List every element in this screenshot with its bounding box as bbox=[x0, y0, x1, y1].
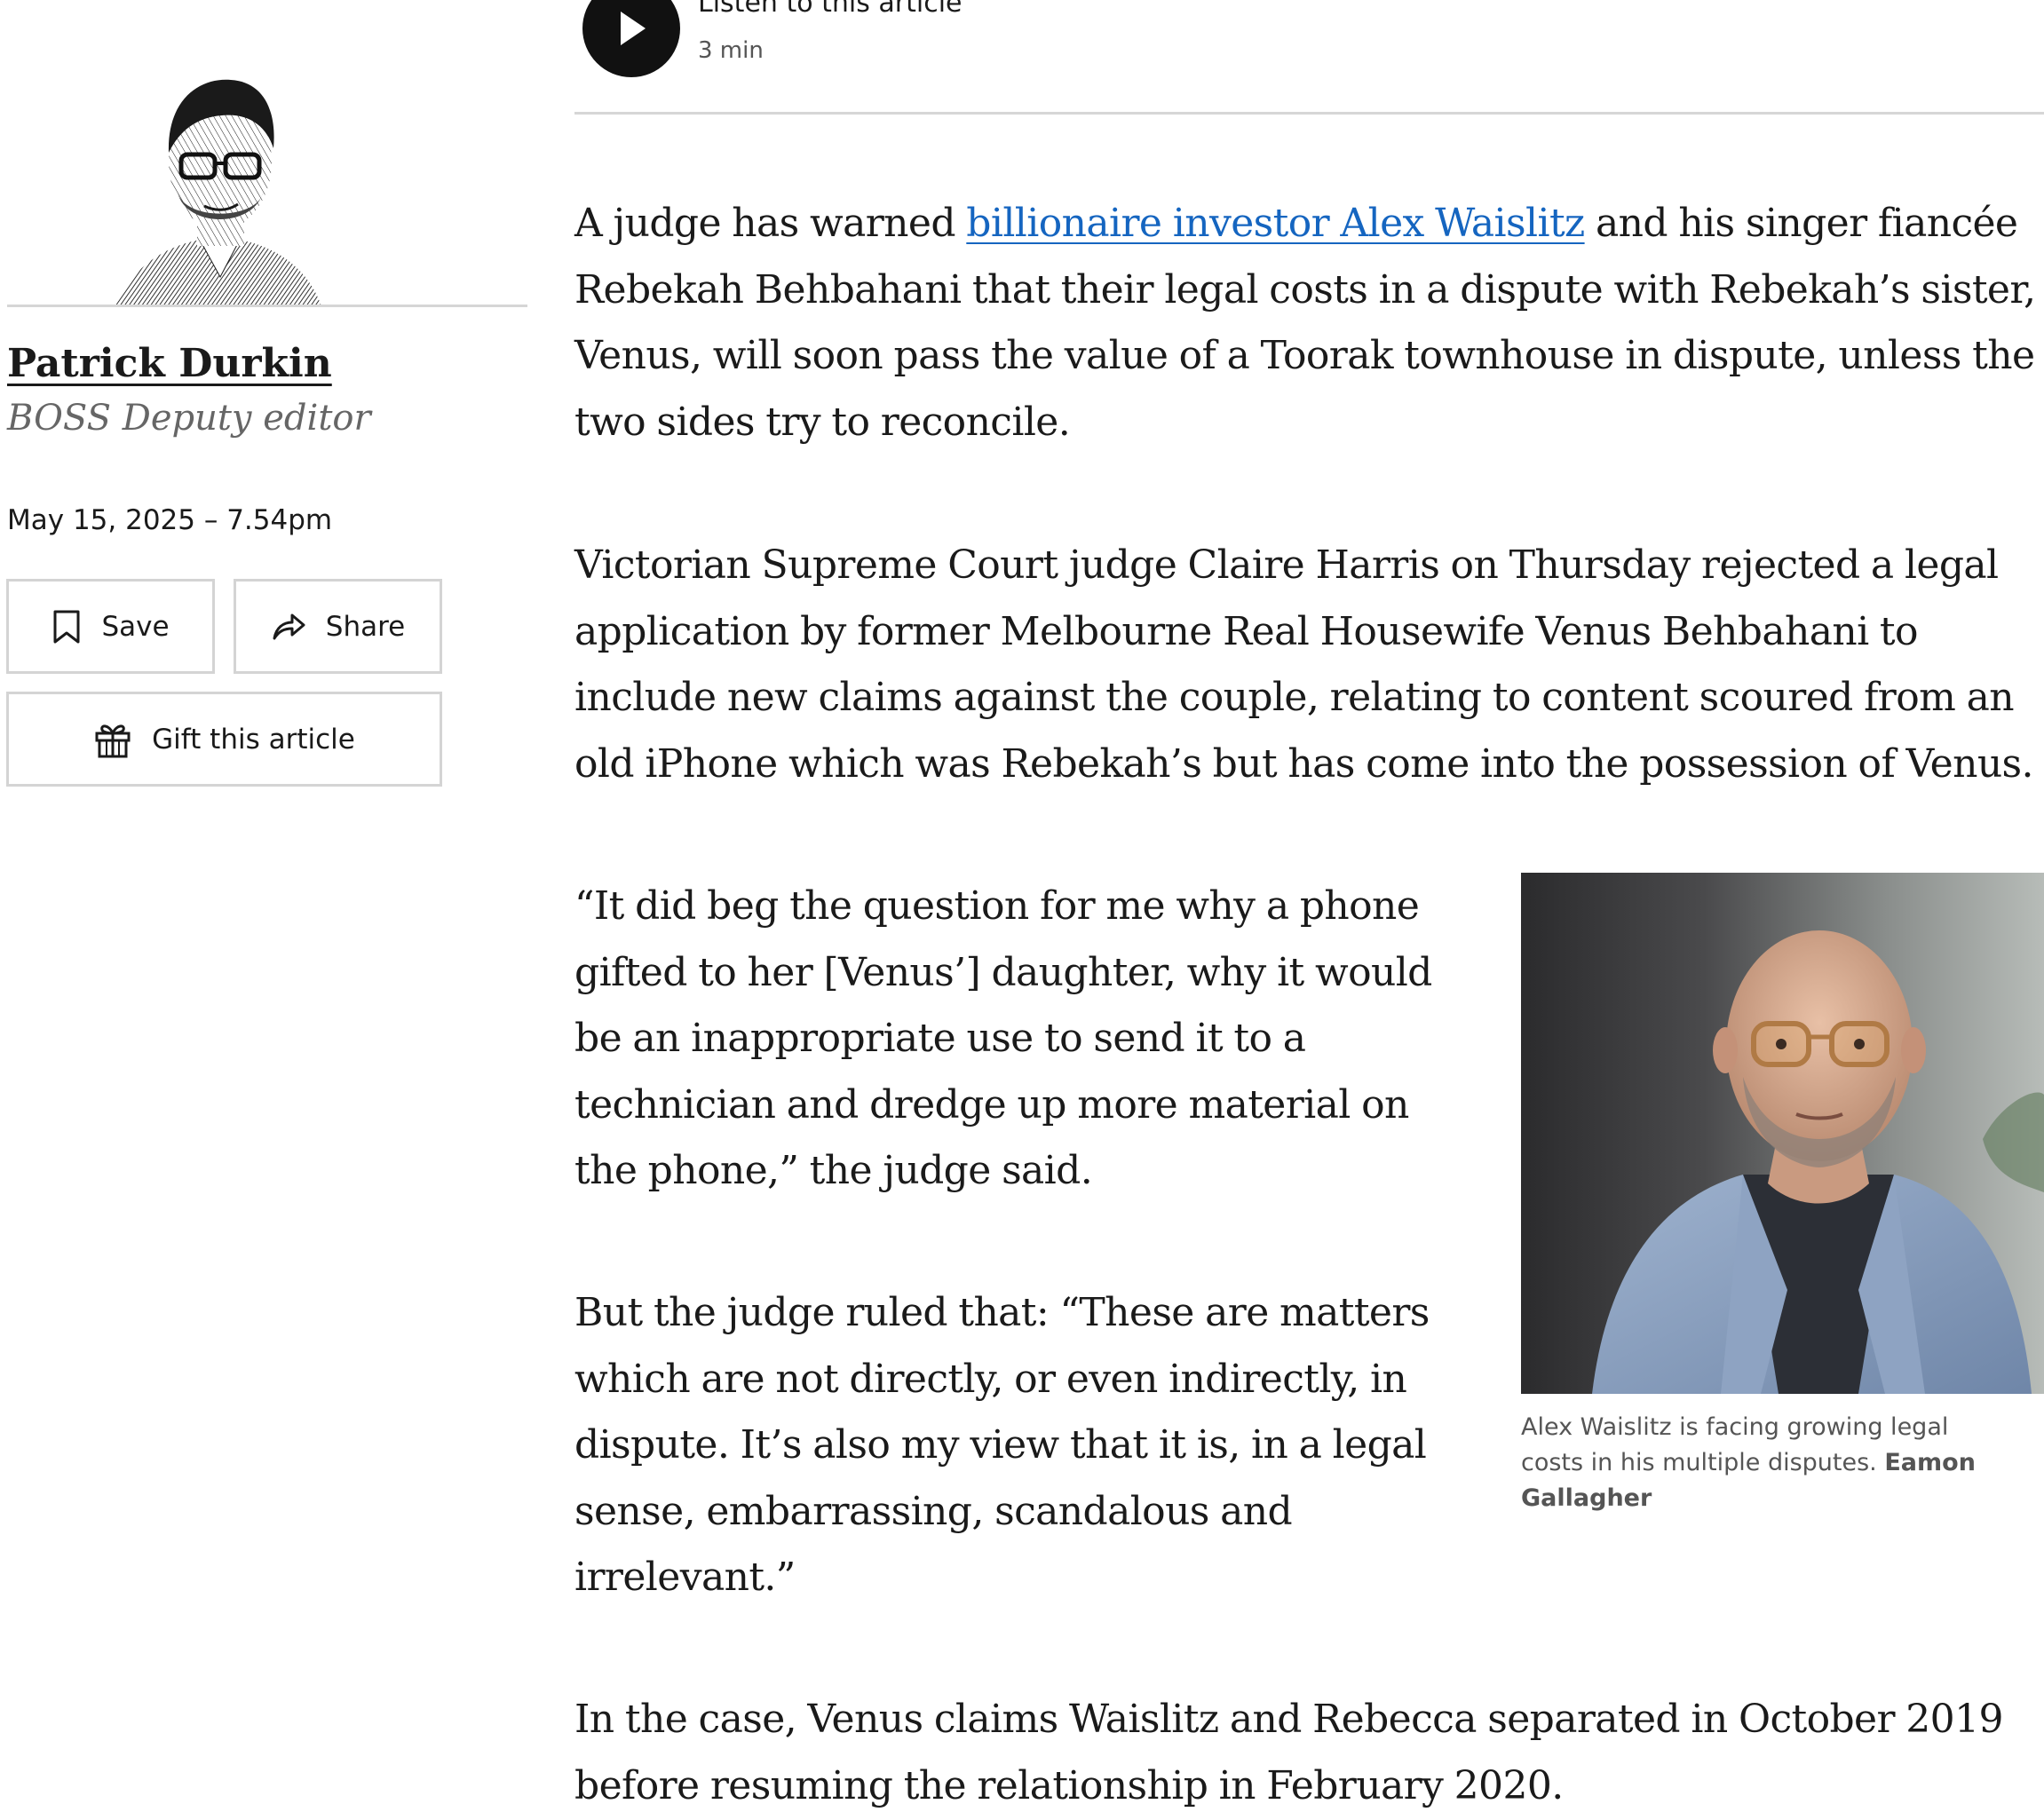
gift-icon bbox=[95, 724, 131, 757]
quote-paragraph: “It did beg the question for me why a ph… bbox=[574, 874, 1432, 1205]
article-paragraph: Victorian Supreme Court judge Claire Har… bbox=[574, 533, 2034, 797]
article-paragraph: A judge has warned billionaire investor … bbox=[574, 191, 2036, 455]
ruling-paragraph: But the judge ruled that: “These are mat… bbox=[574, 1280, 1430, 1611]
article-photo[interactable] bbox=[1521, 873, 2044, 1394]
article-paragraph: In the case, Venus claims Waislitz and R… bbox=[574, 1687, 2003, 1812]
play-icon bbox=[621, 12, 646, 45]
paragraph-line: Victorian Supreme Court judge Claire Har… bbox=[574, 542, 1999, 588]
paragraph-line: In the case, Venus claims Waislitz and R… bbox=[574, 1697, 2003, 1742]
paragraph-line: include new claims against the couple, r… bbox=[574, 675, 2015, 720]
share-arrow-icon bbox=[273, 613, 305, 639]
paragraph-text: and his singer fiancée bbox=[1584, 201, 2018, 246]
paragraph-line: Rebekah Behbahani that their legal costs… bbox=[574, 266, 2036, 313]
article-figure: Alex Waislitz is facing growing legal co… bbox=[1521, 873, 2044, 1516]
publish-date: May 15, 2025 – 7.54pm bbox=[7, 504, 333, 536]
play-button[interactable] bbox=[582, 0, 680, 77]
gift-article-button[interactable]: Gift this article bbox=[6, 692, 442, 787]
paragraph-line: dispute. It’s also my view that it is, i… bbox=[574, 1422, 1427, 1468]
paragraph-line: Venus, will soon pass the value of a Too… bbox=[574, 333, 2035, 378]
share-button[interactable]: Share bbox=[234, 579, 442, 674]
author-portrait-icon bbox=[115, 79, 321, 306]
audio-divider bbox=[574, 112, 2044, 115]
share-button-label: Share bbox=[325, 610, 406, 643]
author-sidebar: Patrick Durkin BOSS Deputy editor May 15… bbox=[0, 0, 533, 799]
gift-button-label: Gift this article bbox=[152, 723, 355, 756]
sidebar-divider bbox=[7, 305, 527, 307]
paragraph-line: the phone,” the judge said. bbox=[574, 1148, 1093, 1193]
paragraph-line: application by former Melbourne Real Hou… bbox=[574, 608, 1919, 654]
paragraph-line: two sides try to reconcile. bbox=[574, 399, 1071, 445]
author-portrait bbox=[115, 64, 321, 306]
paragraph-line: technician and dredge up more material o… bbox=[574, 1081, 1409, 1128]
paragraph-line: old iPhone which was Rebekah’s but has c… bbox=[574, 740, 2034, 787]
paragraph-line: before resuming the relationship in Febr… bbox=[574, 1762, 1564, 1808]
paragraph-line: irrelevant.” bbox=[574, 1555, 796, 1600]
paragraph-line: be an inappropriate use to send it to a bbox=[574, 1016, 1306, 1061]
paragraph-line: which are not directly, or even indirect… bbox=[574, 1356, 1407, 1402]
author-name-link[interactable]: Patrick Durkin bbox=[7, 341, 332, 386]
bookmark-icon bbox=[53, 610, 80, 643]
author-role: BOSS Deputy editor bbox=[7, 398, 371, 439]
paragraph-line: “It did beg the question for me why a ph… bbox=[574, 883, 1420, 929]
save-button-label: Save bbox=[101, 610, 170, 643]
save-button[interactable]: Save bbox=[6, 579, 215, 674]
paragraph-line: gifted to her [Venus’] daughter, why it … bbox=[574, 949, 1432, 995]
listen-label: Listen to this article bbox=[698, 0, 963, 19]
paragraph-text: A judge has warned bbox=[574, 201, 967, 246]
photo-caption: Alex Waislitz is facing growing legal co… bbox=[1521, 1410, 2018, 1516]
article-link[interactable]: billionaire investor Alex Waislitz bbox=[966, 201, 1585, 246]
audio-player: Listen to this article 3 min bbox=[582, 0, 2039, 115]
paragraph-line: But the judge ruled that: “These are mat… bbox=[574, 1290, 1430, 1335]
listen-duration: 3 min bbox=[698, 37, 764, 64]
paragraph-line: sense, embarrassing, scandalous and bbox=[574, 1488, 1293, 1534]
